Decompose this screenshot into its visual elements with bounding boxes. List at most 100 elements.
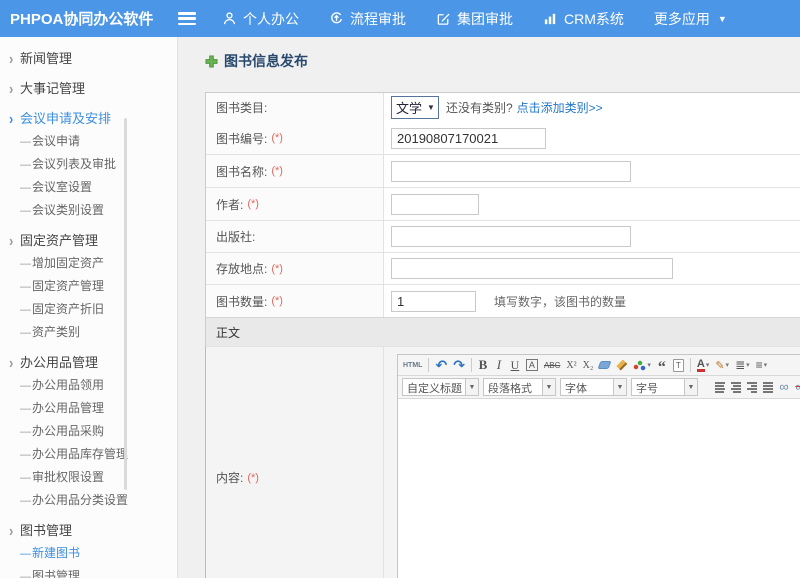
- align-center-icon[interactable]: [729, 379, 743, 396]
- field-label-cell: 图书数量:(*): [206, 285, 384, 317]
- sidebar-item-group[interactable]: ›办公用品管理: [0, 351, 177, 374]
- required-mark: (*): [247, 472, 259, 484]
- book-name-input[interactable]: [391, 161, 631, 182]
- font-color-icon[interactable]: A▾: [695, 357, 711, 374]
- sidebar-item-label: 会议类别设置: [32, 203, 104, 217]
- sidebar-item-group[interactable]: ›图书管理: [0, 519, 177, 542]
- sidebar-nav-tree: ›新闻管理›大事记管理›会议申请及安排—会议申请—会议列表及审批—会议室设置—会…: [0, 37, 178, 578]
- sidebar-item-child[interactable]: —资产类别: [0, 321, 177, 344]
- toolbar-divider: [471, 358, 472, 372]
- sidebar-item-child[interactable]: —固定资产管理: [0, 275, 177, 298]
- field-label: 图书名称:: [216, 163, 267, 180]
- unordered-list-icon[interactable]: ≡▾: [754, 357, 770, 374]
- superscript-icon[interactable]: X²: [564, 357, 578, 374]
- sidebar-item-child[interactable]: —审批权限设置: [0, 466, 177, 489]
- sidebar-item-child[interactable]: —图书管理: [0, 565, 177, 578]
- undo-icon[interactable]: ↶: [433, 357, 449, 374]
- field-value-cell: [384, 221, 800, 252]
- sidebar-item-label: 新建图书: [32, 546, 80, 560]
- author-input[interactable]: [391, 194, 479, 215]
- custom-title-select[interactable]: 自定义标题▼: [402, 378, 479, 396]
- page-title-text: 图书信息发布: [224, 51, 308, 71]
- page-title: 图书信息发布: [205, 51, 800, 71]
- add-category-link[interactable]: 点击添加类别>>: [517, 99, 603, 116]
- sidebar-item-group[interactable]: ›会议申请及安排: [0, 107, 177, 130]
- font-size-select[interactable]: 字号▼: [631, 378, 698, 396]
- font-family-select[interactable]: 字体▼: [560, 378, 627, 396]
- ordered-list-icon[interactable]: ≣▾: [733, 357, 752, 374]
- paragraph-format-select[interactable]: 段落格式▼: [483, 378, 556, 396]
- sidebar-item-child[interactable]: —会议申请: [0, 130, 177, 153]
- topbar: PHPOA协同办公软件 个人办公 流程审批 集团审批: [0, 0, 800, 37]
- field-label: 存放地点:: [216, 260, 267, 277]
- form-row: 图书数量:(*)填写数字，该图书的数量: [206, 284, 800, 317]
- format-brush-icon[interactable]: [614, 357, 629, 374]
- underline-icon[interactable]: U: [508, 357, 522, 374]
- blockquote-icon[interactable]: “: [655, 357, 669, 374]
- sidebar-item-child[interactable]: —办公用品库存管理: [0, 443, 177, 466]
- sidebar-item-child[interactable]: —增加固定资产: [0, 252, 177, 275]
- nav-item-group-approval[interactable]: 集团审批: [436, 9, 513, 29]
- sidebar-item-child[interactable]: —办公用品领用: [0, 374, 177, 397]
- sidebar-scrollbar[interactable]: [124, 118, 127, 490]
- location-input[interactable]: [391, 258, 673, 279]
- subscript-icon[interactable]: X₂: [581, 357, 596, 374]
- sidebar-item-label: 会议列表及审批: [32, 157, 116, 171]
- html-source-icon[interactable]: HTML: [401, 357, 424, 374]
- sidebar-item-child[interactable]: —会议列表及审批: [0, 153, 177, 176]
- nav-item-process-approval[interactable]: 流程审批: [329, 9, 406, 29]
- dash-icon: —: [20, 490, 32, 513]
- sidebar-item-group[interactable]: ›大事记管理: [0, 77, 177, 100]
- align-left-icon[interactable]: [713, 379, 727, 396]
- caret-down-icon: ▾: [647, 361, 651, 369]
- sidebar-item-child[interactable]: —办公用品分类设置: [0, 489, 177, 512]
- sidebar-item-group[interactable]: ›固定资产管理: [0, 229, 177, 252]
- select-arrow-icon: ▼: [684, 379, 697, 395]
- dash-icon: —: [20, 299, 32, 322]
- sidebar-item-label: 办公用品领用: [32, 378, 104, 392]
- unlink-icon[interactable]: ∞: [793, 379, 800, 396]
- hamburger-menu-icon[interactable]: [178, 12, 196, 25]
- nav-item-more-apps[interactable]: 更多应用 ▼: [654, 9, 727, 29]
- nav-label: 集团审批: [457, 9, 513, 29]
- crm-chart-icon: [543, 11, 558, 26]
- sidebar-item-child[interactable]: —办公用品管理: [0, 397, 177, 420]
- sidebar-item-group[interactable]: ›新闻管理: [0, 47, 177, 70]
- paste-word-icon[interactable]: T: [671, 357, 686, 374]
- nav-item-crm-system[interactable]: CRM系统: [543, 9, 624, 29]
- topbar-nav: 个人办公 流程审批 集团审批 CRM系统 更多应用: [222, 9, 757, 29]
- dash-icon: —: [20, 276, 32, 299]
- sidebar-item-child[interactable]: —会议室设置: [0, 176, 177, 199]
- chevron-right-icon: ›: [9, 75, 20, 103]
- sidebar-item-child[interactable]: —新建图书: [0, 542, 177, 565]
- align-right-icon[interactable]: [745, 379, 759, 396]
- italic-icon[interactable]: I: [492, 357, 506, 374]
- sidebar-item-label: 审批权限设置: [32, 470, 104, 484]
- publisher-input[interactable]: [391, 226, 631, 247]
- category-select[interactable]: 文学 ▼: [391, 96, 439, 119]
- quantity-input[interactable]: [391, 291, 476, 312]
- field-label: 图书数量:: [216, 293, 267, 310]
- editor-toolbar-row2: 自定义标题▼段落格式▼字体▼字号▼∞∞+: [398, 376, 800, 399]
- eraser-icon[interactable]: [597, 357, 612, 374]
- link-icon[interactable]: ∞: [777, 379, 791, 396]
- book-code-input[interactable]: [391, 128, 546, 149]
- field-value-cell: [384, 155, 800, 187]
- form-row: 作者:(*): [206, 187, 800, 220]
- nav-item-personal-office[interactable]: 个人办公: [222, 9, 299, 29]
- form-row: 图书名称:(*): [206, 154, 800, 187]
- font-border-icon[interactable]: A: [524, 357, 540, 374]
- sidebar-item-child[interactable]: —会议类别设置: [0, 199, 177, 222]
- bold-icon[interactable]: B: [476, 357, 490, 374]
- sidebar-item-child[interactable]: —固定资产折旧: [0, 298, 177, 321]
- redo-icon[interactable]: ↷: [451, 357, 467, 374]
- sidebar-item-child[interactable]: —办公用品采购: [0, 420, 177, 443]
- strikethrough-icon[interactable]: ABC: [542, 357, 562, 374]
- color-palette-icon[interactable]: ▾: [631, 357, 653, 374]
- align-justify-icon[interactable]: [761, 379, 775, 396]
- editor-content-area[interactable]: [398, 399, 800, 578]
- highlight-marker-icon[interactable]: ✎▾: [713, 357, 731, 374]
- field-value-cell: 填写数字，该图书的数量: [384, 285, 800, 317]
- sidebar-item-label: 办公用品分类设置: [32, 493, 128, 507]
- dash-icon: —: [20, 131, 32, 154]
